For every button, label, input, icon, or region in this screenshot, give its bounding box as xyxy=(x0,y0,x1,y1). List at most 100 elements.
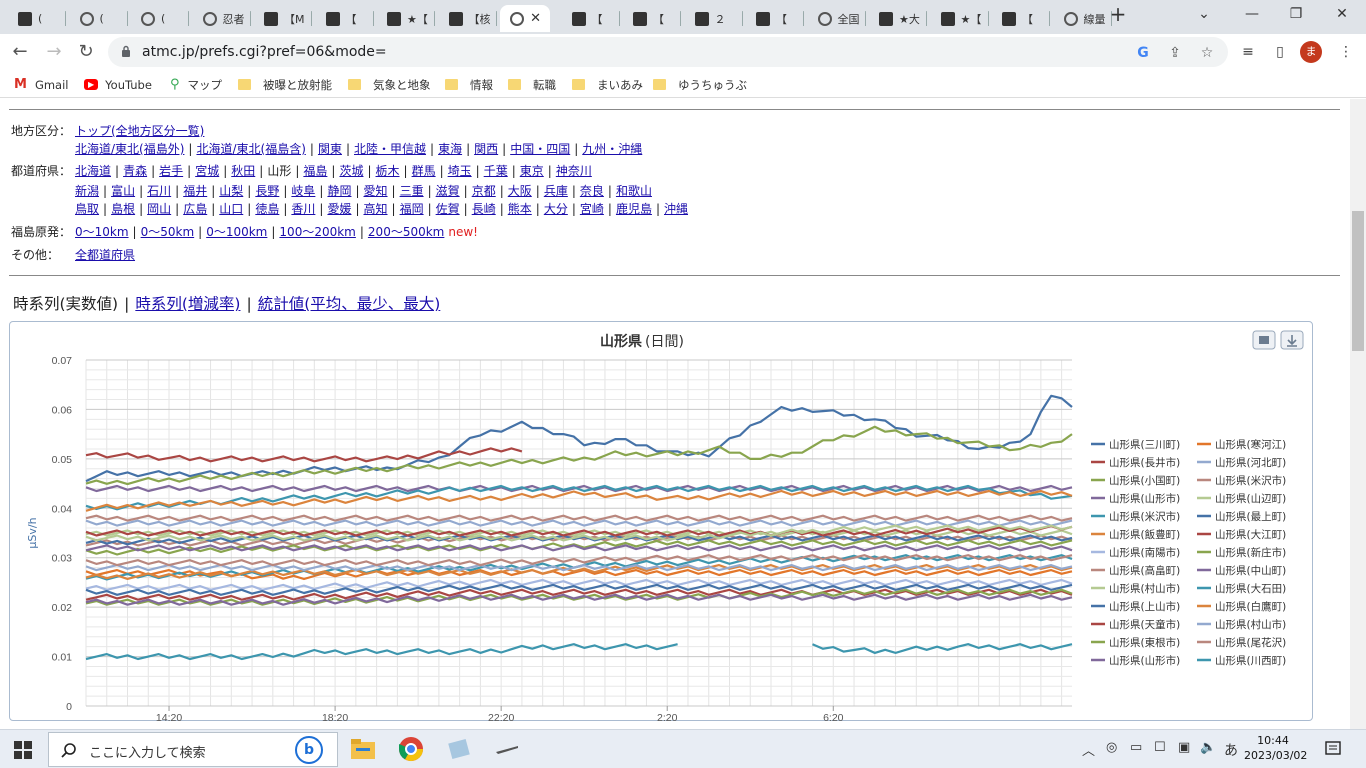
nav-link[interactable]: 群馬 xyxy=(412,164,436,178)
bookmark-item[interactable]: 情報 xyxy=(445,76,493,93)
restore-icon[interactable]: ❐ xyxy=(1284,4,1308,24)
nav-link[interactable]: 広島 xyxy=(183,202,207,216)
nav-link[interactable]: 島根 xyxy=(111,202,135,216)
nav-link[interactable]: 静岡 xyxy=(327,184,351,198)
nav-link[interactable]: 富山 xyxy=(111,184,135,198)
browser-tab[interactable]: 【 xyxy=(992,5,1050,32)
nav-link[interactable]: 香川 xyxy=(291,202,315,216)
bookmark-item[interactable]: 転職 xyxy=(508,76,556,93)
nav-link[interactable]: 福岡 xyxy=(400,202,424,216)
nav-link[interactable]: 北海道/東北(福島外) xyxy=(75,142,184,156)
tray-volume-icon[interactable]: 🔈 xyxy=(1200,740,1216,755)
bookmark-item[interactable]: ゆうちゅうぶ xyxy=(653,76,747,93)
airplane-app-icon[interactable] xyxy=(492,734,522,764)
browser-tab[interactable]: ✕ xyxy=(500,5,550,32)
nav-link[interactable]: 滋賀 xyxy=(436,184,460,198)
nav-link[interactable]: 北陸・甲信越 xyxy=(354,142,426,156)
bookmark-star-icon[interactable]: ☆ xyxy=(1197,43,1217,63)
nav-link[interactable]: 0〜50km xyxy=(141,225,195,239)
browser-tab[interactable]: ★大 xyxy=(869,5,927,32)
browser-tab[interactable]: 線量 xyxy=(1054,5,1112,32)
nav-link[interactable]: 中国・四国 xyxy=(510,142,570,156)
nav-link[interactable]: 愛媛 xyxy=(327,202,351,216)
nav-link[interactable]: 北海道 xyxy=(75,164,111,178)
nav-link[interactable]: 徳島 xyxy=(255,202,279,216)
nav-link[interactable]: 青森 xyxy=(123,164,147,178)
tray-network-icon[interactable]: ☐ xyxy=(1154,740,1166,755)
browser-tab[interactable]: ( xyxy=(131,5,189,32)
nav-link[interactable]: 長崎 xyxy=(472,202,496,216)
nav-link[interactable]: 宮城 xyxy=(195,164,219,178)
nav-link[interactable]: 東海 xyxy=(438,142,462,156)
nav-link[interactable]: 宮崎 xyxy=(580,202,604,216)
taskbar-search[interactable]: ここに入力して検索 b xyxy=(48,732,338,767)
browser-tab[interactable]: 【 xyxy=(746,5,804,32)
media-icon[interactable]: ≡ xyxy=(1236,40,1260,64)
bing-icon[interactable]: b xyxy=(295,736,323,764)
nav-link[interactable]: 関東 xyxy=(318,142,342,156)
back-icon[interactable]: ← xyxy=(8,40,32,64)
share-icon[interactable]: ⇪ xyxy=(1165,43,1185,63)
bookmark-item[interactable]: M Gmail xyxy=(14,76,69,93)
nav-link[interactable]: 鳥取 xyxy=(75,202,99,216)
nav-link[interactable]: 千葉 xyxy=(484,164,508,178)
notification-icon[interactable] xyxy=(1324,740,1342,758)
nav-link[interactable]: 北海道/東北(福島含) xyxy=(196,142,305,156)
minimize-icon[interactable]: — xyxy=(1240,4,1264,24)
browser-tab[interactable]: 忍者 xyxy=(193,5,251,32)
nav-link[interactable]: 奈良 xyxy=(580,184,604,198)
tray-display-icon[interactable]: ▣ xyxy=(1178,740,1190,755)
nav-link[interactable]: 埼玉 xyxy=(448,164,472,178)
nav-link[interactable]: 神奈川 xyxy=(556,164,592,178)
nav-link[interactable]: 三重 xyxy=(400,184,424,198)
nav-link[interactable]: 石川 xyxy=(147,184,171,198)
nav-link[interactable]: 秋田 xyxy=(231,164,255,178)
nav-link[interactable]: 100〜200km xyxy=(279,225,355,239)
browser-tab[interactable]: 【核 xyxy=(439,5,497,32)
new-tab-icon[interactable]: + xyxy=(1106,4,1130,24)
nav-link[interactable]: 和歌山 xyxy=(616,184,652,198)
forward-icon[interactable]: → xyxy=(42,40,66,64)
browser-tab[interactable]: 【M xyxy=(254,5,312,32)
ime-indicator[interactable]: あ xyxy=(1224,740,1238,760)
nav-link[interactable]: 山梨 xyxy=(219,184,243,198)
browser-tab[interactable]: ( xyxy=(8,5,66,32)
tab-search-icon[interactable]: ⌄ xyxy=(1192,4,1216,24)
file-explorer-icon[interactable] xyxy=(348,734,378,764)
scrollbar-thumb[interactable] xyxy=(1352,211,1364,351)
scrollbar[interactable] xyxy=(1350,99,1366,729)
nav-link[interactable]: 岡山 xyxy=(147,202,171,216)
bookmark-item[interactable]: まいあみ xyxy=(572,76,643,93)
bookmark-item[interactable]: 被曝と放射能 xyxy=(238,76,332,93)
address-bar[interactable]: atmc.jp/prefs.cgi?pref=06&mode= G ⇪ ☆ xyxy=(108,37,1228,67)
menu-icon[interactable]: ⋮ xyxy=(1334,40,1358,64)
nav-link[interactable]: 0〜10km xyxy=(75,225,129,239)
nav-link[interactable]: 岐阜 xyxy=(291,184,315,198)
close-tab-icon[interactable]: ✕ xyxy=(530,11,541,26)
nav-link[interactable]: 高知 xyxy=(364,202,388,216)
nav-link[interactable]: 東京 xyxy=(520,164,544,178)
side-panel-icon[interactable]: ▯ xyxy=(1268,40,1292,64)
nav-link[interactable]: 佐賀 xyxy=(436,202,460,216)
tray-meet-icon[interactable]: ◎ xyxy=(1106,740,1117,755)
browser-tab[interactable]: 【 xyxy=(316,5,374,32)
nav-link[interactable]: 鹿児島 xyxy=(616,202,652,216)
nav-link[interactable]: 福島 xyxy=(303,164,327,178)
avatar[interactable]: ま xyxy=(1300,41,1322,63)
browser-tab[interactable]: ( xyxy=(70,5,128,32)
tray-chevron-icon[interactable]: ︿ xyxy=(1082,740,1095,759)
tray-battery-icon[interactable]: ▭ xyxy=(1130,740,1142,755)
browser-tab[interactable]: 全国 xyxy=(808,5,866,32)
nav-link[interactable]: 京都 xyxy=(472,184,496,198)
nav-link[interactable]: 岩手 xyxy=(159,164,183,178)
bookmark-item[interactable]: ⚲ マップ xyxy=(170,76,222,93)
nav-link[interactable]: 0〜100km xyxy=(206,225,267,239)
browser-tab[interactable]: 【 xyxy=(562,5,620,32)
reload-icon[interactable]: ↻ xyxy=(74,40,98,64)
view-link-rate[interactable]: 時系列(増減率) xyxy=(135,295,240,313)
windows-start-icon[interactable] xyxy=(14,741,32,759)
nav-link[interactable]: 栃木 xyxy=(376,164,400,178)
google-icon[interactable]: G xyxy=(1133,43,1153,63)
nav-link[interactable]: 茨城 xyxy=(339,164,363,178)
nav-link[interactable]: 兵庫 xyxy=(544,184,568,198)
